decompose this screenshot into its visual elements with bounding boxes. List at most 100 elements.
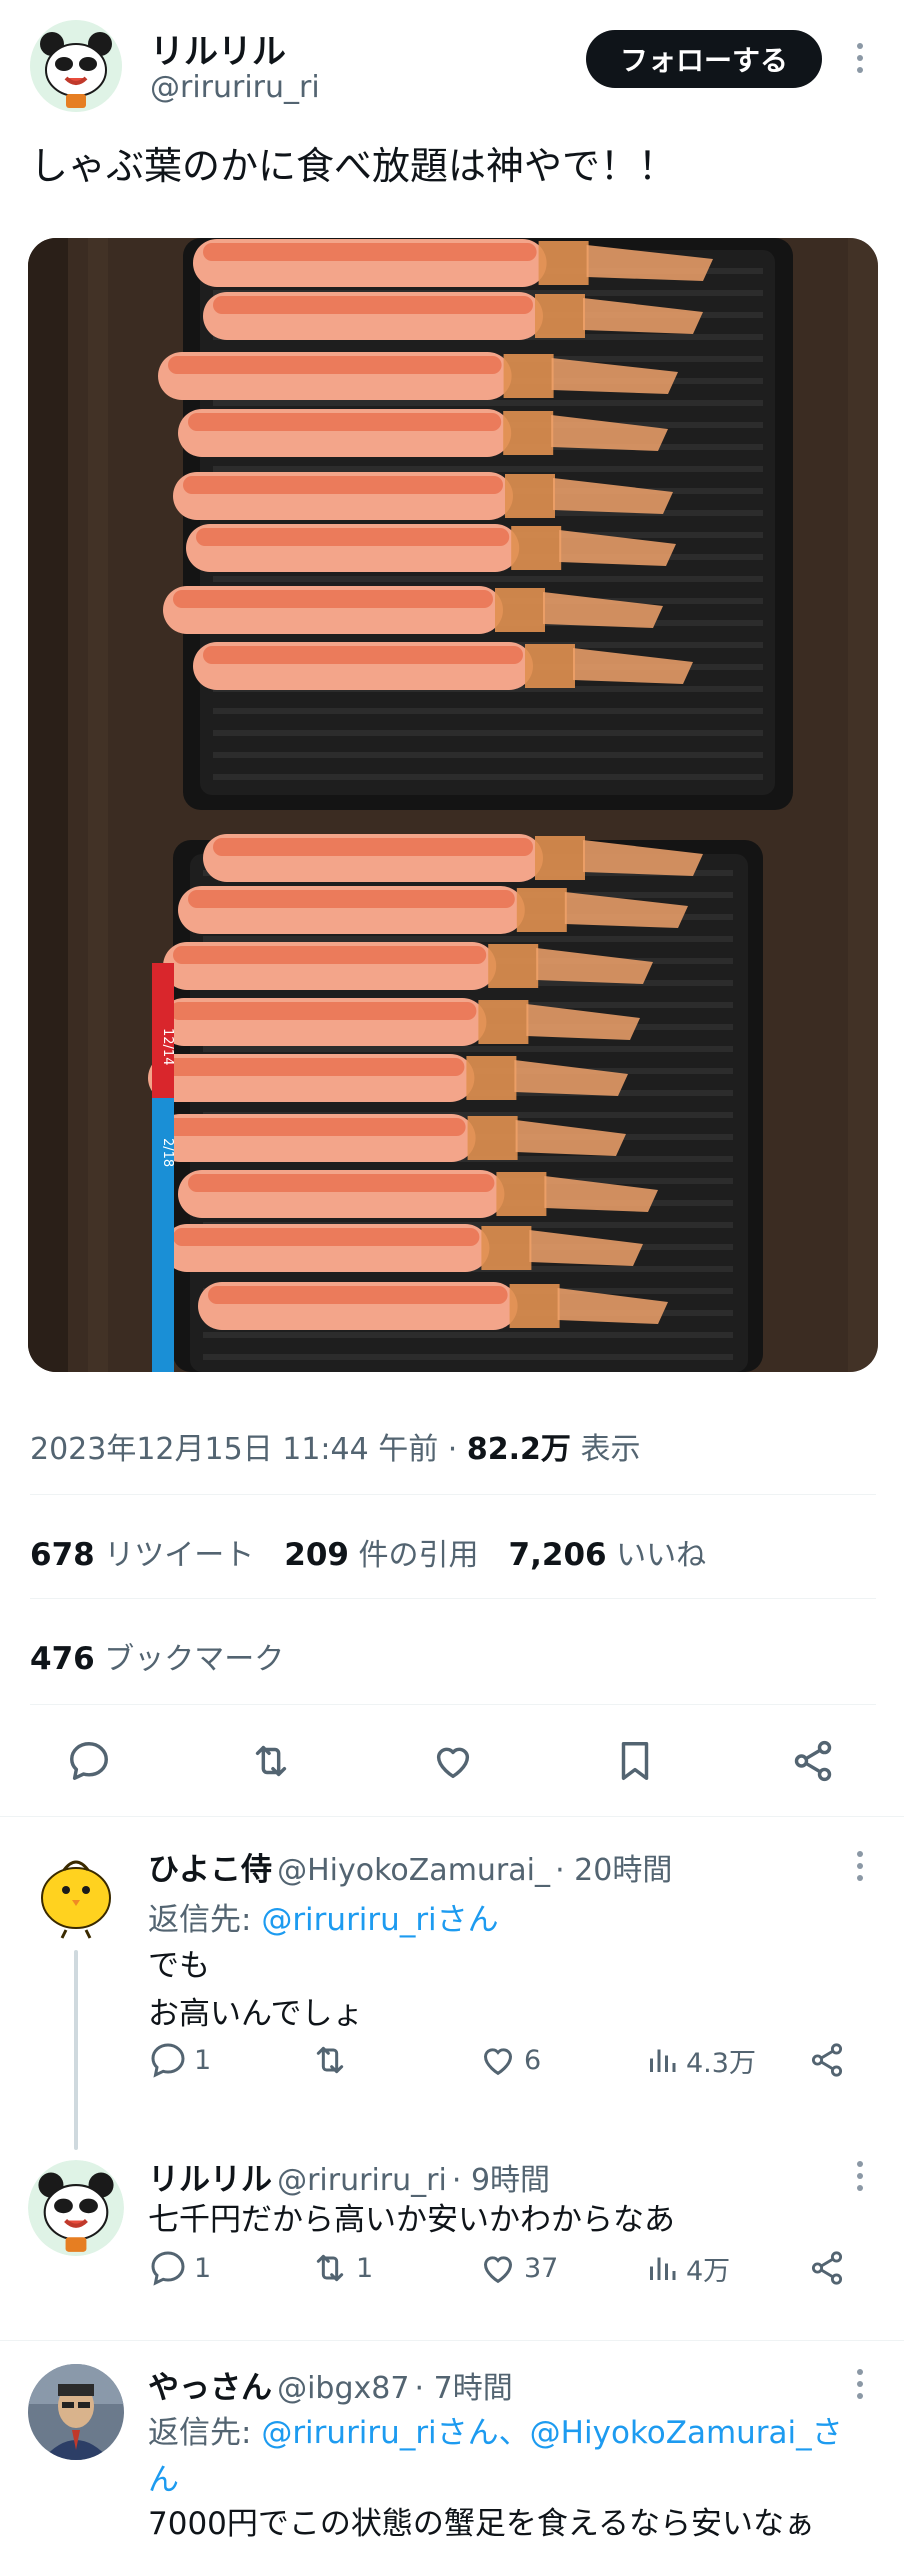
divider bbox=[30, 1704, 876, 1705]
divider bbox=[30, 1494, 876, 1495]
retweets-count: 678 bbox=[30, 1537, 95, 1573]
share-icon[interactable] bbox=[790, 1738, 836, 1784]
tray-rib bbox=[213, 730, 763, 736]
reply-like-button[interactable]: 37 bbox=[478, 2248, 558, 2288]
retweets-label: リツイート bbox=[104, 1538, 255, 1573]
reply-text-line: でも bbox=[148, 1948, 210, 1984]
retweet-icon[interactable] bbox=[248, 1738, 294, 1784]
reply-view-count: 4.3万 bbox=[686, 2047, 756, 2079]
thread-line bbox=[74, 1950, 78, 2150]
retweet-icon bbox=[316, 2046, 344, 2074]
reply-handle[interactable]: @riruriru_ri bbox=[277, 2163, 447, 2198]
tray-rib bbox=[203, 1046, 733, 1052]
follow-button[interactable]: フォローする bbox=[586, 30, 822, 88]
reply-avatar[interactable] bbox=[28, 2364, 124, 2460]
share-icon bbox=[811, 2043, 843, 2077]
replying-label: 返信先: bbox=[148, 2415, 252, 2451]
like-icon[interactable] bbox=[430, 1738, 476, 1784]
tweet-meta: 2023年12月15日 11:44 午前 · 82.2万 表示 bbox=[30, 1424, 640, 1468]
views-icon bbox=[650, 2257, 676, 2280]
retweet-icon bbox=[316, 2254, 344, 2282]
reply-text-line: お高いんでしょ bbox=[148, 1996, 364, 2033]
reply-handle[interactable]: @HiyokoZamurai_ bbox=[277, 1853, 550, 1888]
tweet-photo[interactable]: 12/14 2/18 bbox=[28, 238, 878, 1372]
reply-time[interactable]: · 7時間 bbox=[415, 2371, 513, 2406]
reply-header: ひよこ侍 @HiyokoZamurai_ · 20時間 bbox=[148, 1844, 672, 1889]
like-icon bbox=[483, 2256, 513, 2284]
bookmark-icon[interactable] bbox=[612, 1738, 658, 1784]
replying-to-link[interactable]: @riruriru_riさん bbox=[261, 1902, 498, 1938]
tray-rib bbox=[213, 400, 763, 406]
tray-rib bbox=[203, 1332, 733, 1338]
reply-text: でも お高いんでしょ bbox=[148, 1942, 363, 2038]
replying-to: 返信先: @riruriru_riさん、@HiyokoZamurai_さん bbox=[148, 2410, 868, 2503]
views-count: 82.2万 bbox=[466, 1432, 571, 1467]
likes-stat[interactable]: 7,206 いいね bbox=[509, 1530, 707, 1574]
author-handle[interactable]: @riruriru_ri bbox=[150, 70, 320, 105]
tweet-text: しゃぶ葉のかに食べ放題は神やで！！ bbox=[30, 144, 677, 188]
reply-handle[interactable]: @ibgx87 bbox=[277, 2371, 409, 2406]
tray-rib bbox=[213, 576, 763, 582]
share-icon bbox=[811, 2251, 843, 2285]
reply-time[interactable]: · 20時間 bbox=[555, 1853, 672, 1888]
reply-reply-button[interactable]: 1 bbox=[148, 2248, 211, 2288]
reply-retweet-button[interactable]: 1 bbox=[310, 2248, 373, 2288]
tweet-timestamp[interactable]: 2023年12月15日 11:44 午前 bbox=[30, 1432, 438, 1467]
meta-separator: · bbox=[447, 1432, 458, 1467]
reply-time[interactable]: · 9時間 bbox=[452, 2163, 550, 2198]
tray-rib bbox=[213, 774, 763, 780]
replying-label: 返信先: bbox=[148, 1902, 252, 1938]
reply-views-button[interactable]: 4万 bbox=[644, 2249, 730, 2288]
reply-icon bbox=[151, 2043, 185, 2078]
reply-retweet-button[interactable] bbox=[310, 2040, 356, 2080]
reply-like-button[interactable]: 6 bbox=[478, 2040, 541, 2080]
reply-header: やっさん @ibgx87 · 7時間 bbox=[148, 2362, 513, 2407]
replying-to: 返信先: @riruriru_riさん bbox=[148, 1894, 499, 1939]
reply-like-count: 37 bbox=[524, 2252, 559, 2284]
likes-label: いいね bbox=[616, 1538, 707, 1573]
bookmarks-count: 476 bbox=[30, 1641, 95, 1677]
reply-share-button[interactable] bbox=[808, 2249, 846, 2287]
reply-views-button[interactable]: 4.3万 bbox=[644, 2041, 756, 2080]
divider bbox=[0, 1816, 904, 1817]
author-display-name[interactable]: リルリル bbox=[150, 24, 286, 73]
tray-rib bbox=[213, 708, 763, 714]
reply-text: 7000円でこの状態の蟹足を食えるなら安いなぁ bbox=[148, 2506, 815, 2542]
reply-retweet-count: 1 bbox=[356, 2252, 374, 2284]
price-sticker-date-1: 12/14 bbox=[160, 1028, 175, 1065]
reply-display-name[interactable]: やっさん bbox=[148, 2370, 272, 2406]
quotes-stat[interactable]: 209 件の引用 bbox=[284, 1530, 478, 1574]
reply-icon[interactable] bbox=[66, 1738, 112, 1784]
divider bbox=[0, 2340, 904, 2341]
more-options-icon[interactable] bbox=[850, 38, 870, 84]
reply-reply-count: 1 bbox=[194, 2044, 212, 2076]
views-icon bbox=[650, 2049, 676, 2072]
retweets-stat[interactable]: 678 リツイート bbox=[30, 1530, 254, 1574]
reply-share-button[interactable] bbox=[808, 2041, 846, 2079]
engagement-stats: 678 リツイート 209 件の引用 7,206 いいね bbox=[30, 1530, 706, 1574]
reply-display-name[interactable]: ひよこ侍 bbox=[148, 1852, 272, 1888]
reply-like-count: 6 bbox=[524, 2044, 542, 2076]
reply-more-icon[interactable] bbox=[850, 1846, 870, 1892]
reply-reply-count: 1 bbox=[194, 2252, 212, 2284]
reply-reply-button[interactable]: 1 bbox=[148, 2040, 211, 2080]
views-label: 表示 bbox=[580, 1432, 641, 1467]
reply-more-icon[interactable] bbox=[850, 2364, 870, 2410]
quotes-label: 件の引用 bbox=[358, 1538, 479, 1573]
reply-more-icon[interactable] bbox=[850, 2156, 870, 2202]
bookmarks-stat[interactable]: 476 ブックマーク bbox=[30, 1634, 284, 1678]
reply-avatar[interactable] bbox=[28, 2160, 124, 2256]
quotes-count: 209 bbox=[284, 1537, 349, 1573]
replying-to-link[interactable]: @riruriru_riさん、@HiyokoZamurai_さん bbox=[148, 2415, 843, 2498]
reply-avatar[interactable] bbox=[28, 1846, 124, 1942]
tray-rib bbox=[213, 466, 763, 472]
bookmarks-label: ブックマーク bbox=[104, 1642, 285, 1677]
tray-rib bbox=[203, 936, 733, 942]
reply-view-count: 4万 bbox=[686, 2255, 731, 2287]
reply-display-name[interactable]: リルリル bbox=[148, 2162, 272, 2198]
like-icon bbox=[483, 2048, 513, 2076]
reply-header: リルリル @riruriru_ri · 9時間 bbox=[148, 2154, 550, 2199]
divider bbox=[30, 1598, 876, 1599]
author-avatar[interactable] bbox=[30, 20, 122, 112]
tray-rib bbox=[203, 1354, 733, 1360]
